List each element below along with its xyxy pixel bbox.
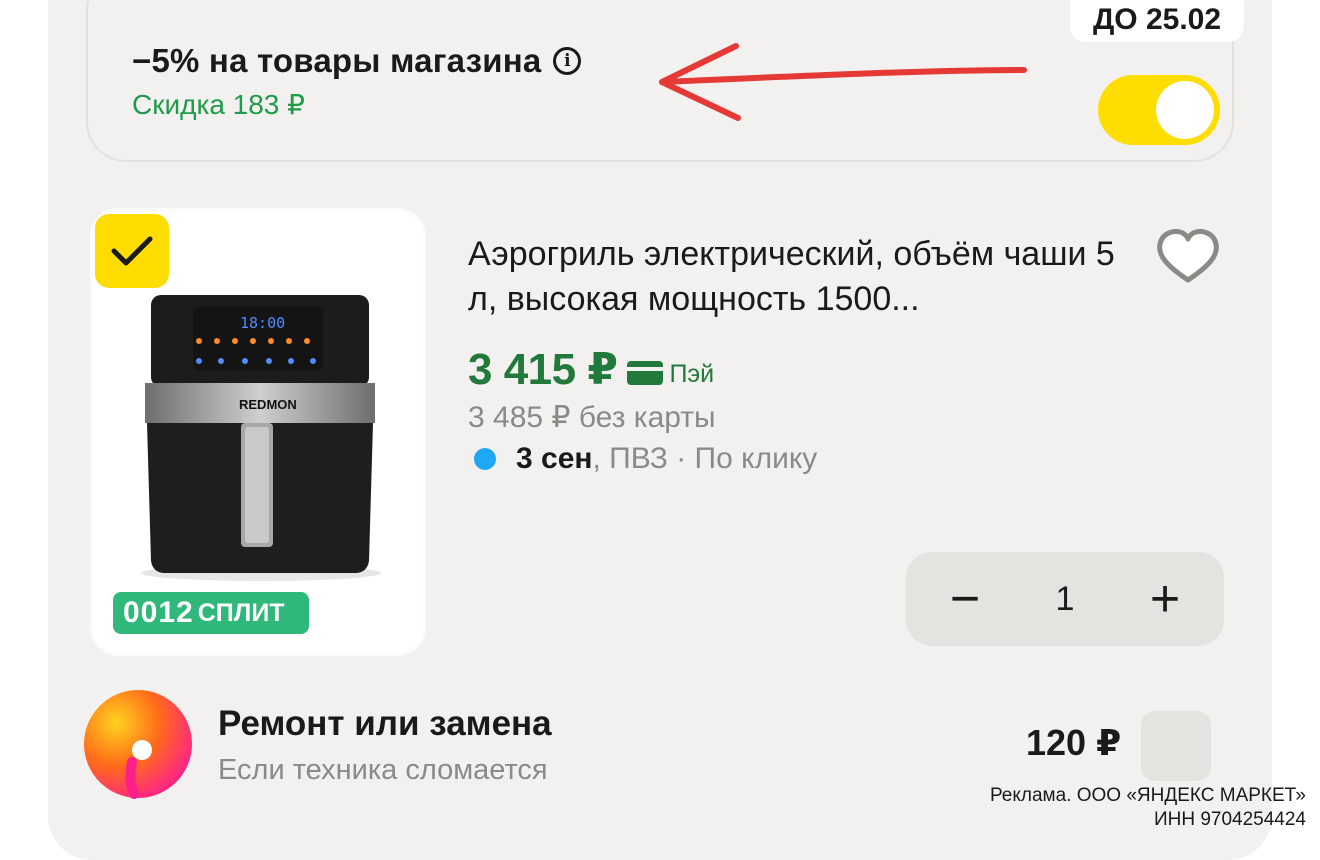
increase-quantity-button[interactable]: + — [1118, 552, 1212, 646]
minus-icon: − — [949, 570, 981, 628]
delivery-date: 3 сен — [516, 442, 593, 475]
quantity-value: 1 — [1055, 579, 1075, 618]
price-without-card: 3 485 ₽ без карты — [468, 401, 716, 434]
store-discount-title: −5% на товары магазина i — [132, 42, 582, 80]
delivery-info: 3 сен , ПВЗ · По клику — [474, 442, 817, 476]
deadline-badge: ДО 25.02 — [1070, 0, 1244, 42]
red-arrow-annotation — [659, 43, 1027, 121]
delivery-details: , ПВЗ · По клику — [592, 442, 818, 475]
service-price: 120 ₽ — [1026, 722, 1122, 763]
info-icon[interactable]: i — [553, 47, 582, 75]
favorite-heart-icon[interactable] — [1154, 226, 1222, 286]
fryer-brand: REDMON — [239, 397, 297, 412]
service-checkbox[interactable] — [1141, 711, 1211, 781]
quantity-stepper: − 1 + — [906, 552, 1224, 646]
ad-line-2: ИНН 9704254424 — [1153, 809, 1306, 830]
store-discount-label: −5% на товары магазина — [132, 42, 542, 79]
service-title: Ремонт или замена — [218, 704, 552, 743]
discount-toggle[interactable] — [1098, 75, 1220, 145]
checkmark-icon — [111, 236, 153, 266]
pay-label: Пэй — [669, 360, 715, 388]
price-row: 3 415 ₽ Пэй — [468, 344, 714, 395]
delivery-status-dot-icon — [474, 448, 496, 470]
fryer-display: 18:00 — [240, 314, 285, 332]
product-title[interactable]: Аэрогриль электрический, объём чаши 5 л,… — [468, 232, 1128, 322]
toggle-knob — [1156, 81, 1214, 139]
split-badge-text: СПЛИТ — [197, 598, 285, 627]
service-logo-icon — [84, 690, 192, 799]
ad-line-1: Реклама. ООО «ЯНДЕКС МАРКЕТ» — [989, 785, 1306, 806]
decrease-quantity-button[interactable]: − — [918, 552, 1012, 646]
store-discount-amount: Скидка 183 ₽ — [132, 89, 305, 120]
service-subtitle: Если техника сломается — [218, 754, 548, 786]
split-badge-number: 0012 — [123, 596, 194, 629]
bank-card-icon — [627, 360, 664, 385]
select-item-checkbox[interactable] — [95, 214, 169, 288]
product-price: 3 415 ₽ — [468, 345, 618, 394]
split-badge: 0012 СПЛИТ — [113, 592, 309, 634]
ad-disclaimer: Реклама. ООО «ЯНДЕКС МАРКЕТ» ИНН 9704254… — [990, 784, 1306, 832]
plus-icon: + — [1149, 570, 1181, 628]
